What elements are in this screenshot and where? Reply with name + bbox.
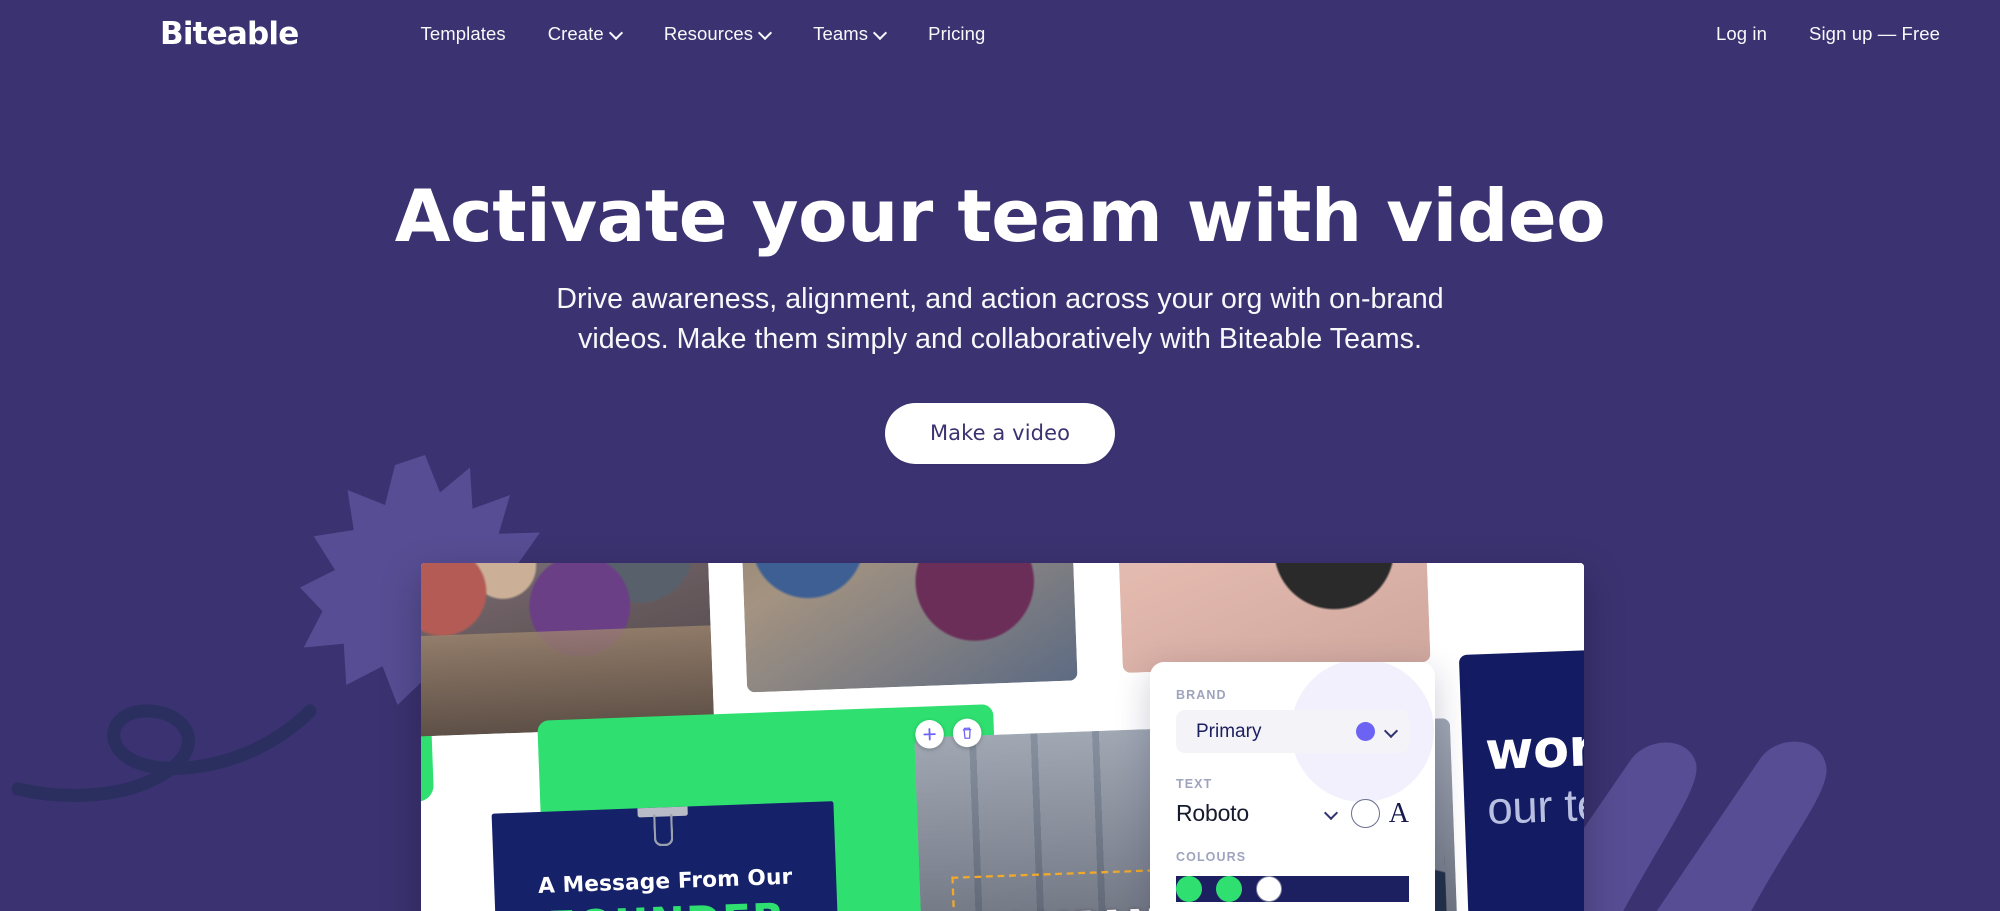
- plus-icon[interactable]: [914, 719, 945, 750]
- squiggle-decoration: [11, 704, 317, 802]
- biteable-logo[interactable]: Biteable: [160, 18, 299, 50]
- page-root: Biteable Templates Create Resources Team…: [0, 0, 2000, 911]
- chevron-down-icon: [875, 27, 886, 38]
- colour-swatch-green[interactable]: [1216, 876, 1242, 902]
- nav-item-create-label: Create: [547, 23, 604, 44]
- brand-color-swatch-icon[interactable]: [1356, 722, 1375, 741]
- brand-panel-content: BRAND Primary TEXT Roboto A COLOURS: [1176, 688, 1409, 902]
- text-section: TEXT Roboto A: [1176, 777, 1409, 828]
- collage-photo-climbing[interactable]: [738, 563, 1078, 693]
- top-navigation-bar: Biteable Templates Create Resources Team…: [0, 0, 2000, 68]
- account-nav-links: Log in Sign up — Free: [1716, 23, 1940, 45]
- make-a-video-button[interactable]: Make a video: [884, 402, 1116, 464]
- hero-subtitle: Drive awareness, alignment, and action a…: [556, 283, 1444, 355]
- words-text-card[interactable]: words our team: [1458, 643, 1584, 911]
- brand-preset-value: Primary: [1196, 720, 1262, 742]
- cta-container: Make a video: [0, 402, 2000, 464]
- colour-swatch-navy[interactable]: [1176, 876, 1202, 902]
- chevron-down-icon: [760, 27, 771, 38]
- founder-message-card[interactable]: A Message From Our FOUNDER: [491, 801, 841, 911]
- colours-section-label: COLOURS: [1176, 850, 1247, 864]
- nav-item-resources[interactable]: Resources: [664, 23, 771, 45]
- font-size-icon[interactable]: A: [1389, 799, 1409, 828]
- primary-nav-links: Templates Create Resources Teams Pricing: [420, 23, 985, 45]
- chevron-down-icon[interactable]: [1325, 808, 1337, 820]
- words-line1: words: [1484, 713, 1584, 782]
- nav-item-templates[interactable]: Templates: [420, 23, 505, 45]
- nav-item-teams[interactable]: Teams: [813, 23, 886, 45]
- sign-up-link[interactable]: Sign up — Free: [1809, 23, 1940, 45]
- text-color-swatch-icon[interactable]: [1350, 799, 1380, 828]
- nav-item-create[interactable]: Create: [548, 23, 622, 45]
- font-family-value[interactable]: Roboto: [1176, 800, 1325, 827]
- nav-item-teams-label: Teams: [813, 23, 869, 44]
- font-controls-row: Roboto A: [1176, 799, 1409, 828]
- hero-section: Activate your team with video Drive awar…: [0, 0, 2000, 464]
- brand-preset-dropdown[interactable]: Primary: [1176, 710, 1409, 753]
- log-in-link[interactable]: Log in: [1716, 23, 1767, 45]
- brand-settings-panel: BRAND Primary TEXT Roboto A COLOURS: [1150, 662, 1435, 911]
- collage-photo-book[interactable]: [1115, 563, 1431, 674]
- colour-swatch-white[interactable]: [1256, 876, 1282, 902]
- words-line2: our team: [1486, 777, 1584, 835]
- nav-item-pricing[interactable]: Pricing: [928, 23, 985, 45]
- trash-icon[interactable]: [952, 718, 982, 748]
- chevron-down-icon: [1385, 726, 1397, 738]
- collage-photo-dinner[interactable]: [421, 563, 715, 739]
- colour-swatch-row: [1176, 876, 1409, 902]
- colours-section: COLOURS: [1176, 850, 1409, 902]
- text-section-label: TEXT: [1176, 777, 1213, 791]
- nav-item-resources-label: Resources: [663, 23, 754, 44]
- chevron-down-icon: [611, 27, 622, 38]
- page-title: Activate your team with video: [394, 174, 1606, 258]
- nav-item-templates-label: Templates: [420, 23, 506, 44]
- brand-section-label: BRAND: [1176, 688, 1227, 702]
- nav-item-pricing-label: Pricing: [928, 23, 986, 44]
- element-action-handles: [914, 718, 982, 750]
